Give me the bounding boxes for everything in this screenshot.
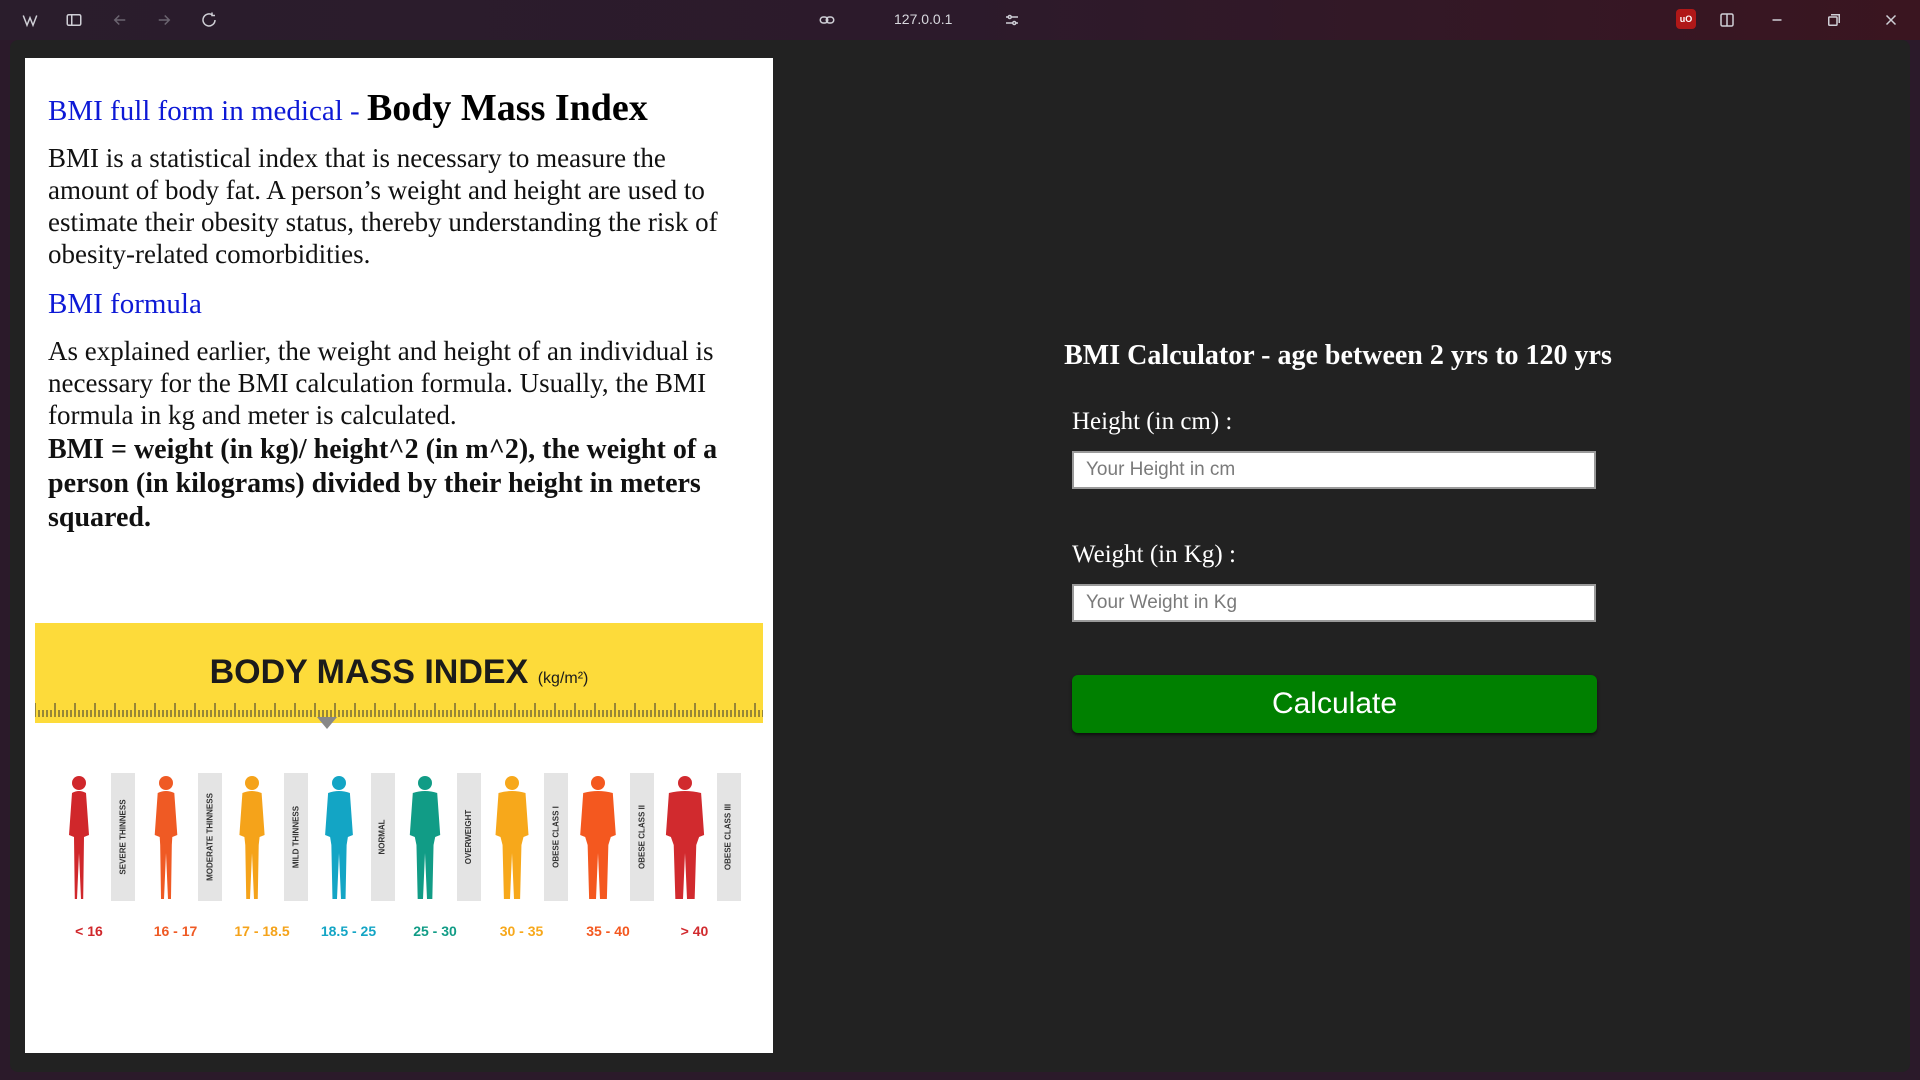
bmi-range-label: 30 - 35 [499,923,544,939]
ublock-extension-icon[interactable]: uO [1676,9,1696,29]
body-silhouette-icon [580,776,616,899]
bmi-banner-title-text: BODY MASS INDEX [209,653,529,691]
bmi-range-label: > 40 [680,923,709,939]
bmi-range-label: 35 - 40 [586,923,630,939]
bmi-category-label: OBESE CLASS III [724,803,733,871]
info-title: Body Mass Index [366,87,648,129]
bmi-category-label: NORMAL [378,819,387,855]
split-view-icon[interactable] [1715,8,1739,32]
bmi-info-panel: BMI full form in medical - Body Mass Ind… [25,58,773,1053]
info-subheading: BMI full form in medical - [48,95,367,127]
bmi-category-label: OVERWEIGHT [464,809,474,865]
body-silhouette-icon [409,776,441,899]
bmi-unit: (kg/m²) [537,670,589,687]
site-settings-icon[interactable] [1000,8,1024,32]
weight-input[interactable] [1072,584,1596,622]
bmi-figure: NORMAL [315,773,395,903]
height-label: Height (in cm) : [1072,408,1233,435]
body-silhouette-icon [69,776,89,899]
bmi-pointer [317,717,337,729]
address-bar-url[interactable]: 127.0.0.1 [894,11,952,27]
bmi-figure: OBESE CLASS III [661,773,741,903]
calculate-button[interactable]: Calculate [1072,675,1597,733]
forward-arrow-icon[interactable] [152,8,176,32]
bmi-range-label: 18.5 - 25 [320,923,377,939]
bmi-banner-title: BODY MASS INDEX (kg/m²) [35,653,763,692]
sidebar-toggle-icon[interactable] [62,8,86,32]
formula-heading: BMI formula [48,287,202,320]
ruler-ticks [35,703,763,717]
bmi-figure: OVERWEIGHT [401,773,481,903]
bmi-figure: MODERATE THINNESS [142,773,222,903]
formula-bold: BMI = weight (in kg)/ height^2 (in m^2),… [48,433,718,533]
bmi-category-label: MODERATE THINNESS [205,793,214,881]
bmi-category-label: SEVERE THINNESS [118,799,128,875]
bmi-banner: BODY MASS INDEX (kg/m²) [35,623,763,723]
bmi-figure: OBESE CLASS II [574,773,654,903]
weight-label: Weight (in Kg) : [1072,541,1236,568]
bmi-range-label: < 16 [75,923,103,939]
bmi-figure: MILD THINNESS [228,773,308,903]
body-silhouette-icon [665,776,704,899]
bmi-figure: OBESE CLASS I [488,773,568,903]
minimize-icon[interactable] [1765,8,1789,32]
link-icon[interactable] [815,8,839,32]
info-heading: BMI full form in medical - Body Mass Ind… [48,87,751,130]
bmi-category-label: OBESE CLASS I [551,806,560,868]
formula-text: As explained earlier, the weight and hei… [48,335,714,430]
body-silhouette-icon [154,776,177,899]
calculator-title: BMI Calculator - age between 2 yrs to 12… [1064,340,1612,371]
restore-icon[interactable] [1822,8,1846,32]
body-silhouette-icon [324,776,353,899]
browser-logo-icon[interactable] [18,8,42,32]
close-window-icon[interactable] [1879,8,1903,32]
reload-icon[interactable] [197,8,221,32]
back-arrow-icon[interactable] [108,8,132,32]
page-viewport: BMI full form in medical - Body Mass Ind… [10,40,1910,1072]
body-silhouette-icon [239,776,265,899]
body-silhouette-icon [495,776,528,899]
bmi-category-label: MILD THINNESS [291,805,301,869]
bmi-range-label: 17 - 18.5 [234,923,290,939]
bmi-infographic: BODY MASS INDEX (kg/m²) SEVERE THINNESS <… [35,623,763,953]
bmi-range-label: 25 - 30 [413,923,457,939]
bmi-figure: SEVERE THINNESS [55,773,135,903]
bmi-category-label: OBESE CLASS II [637,804,647,870]
height-input[interactable] [1072,451,1596,489]
browser-toolbar: 127.0.0.1 uO [0,0,1920,40]
info-intro: BMI is a statistical index that is neces… [48,142,718,269]
bmi-range-label: 16 - 17 [153,923,198,939]
